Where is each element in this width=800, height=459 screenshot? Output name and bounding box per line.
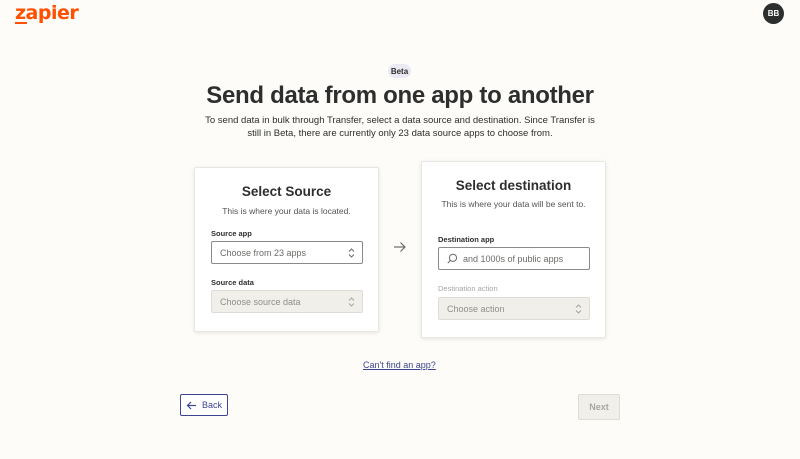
source-data-placeholder: Choose source data [220,296,301,307]
destination-action-label: Destination action [438,284,498,293]
chevron-up-down-icon [348,248,355,258]
back-button[interactable]: Back [180,394,228,416]
arrow-right-icon [394,242,406,252]
logo-underline [15,22,27,24]
next-button[interactable]: Next [578,394,620,420]
source-data-select[interactable]: Choose source data [211,290,363,313]
source-app-select[interactable]: Choose from 23 apps [211,241,363,264]
destination-action-select[interactable]: Choose action [438,297,590,320]
source-description: This is where your data is located. [222,206,351,216]
zapier-logo[interactable]: zapier [15,2,79,24]
search-icon [447,253,458,264]
source-heading: Select Source [241,184,332,199]
user-avatar[interactable]: BB [763,3,784,24]
source-app-placeholder: Choose from 23 apps [220,247,307,258]
page-title: Send data from one app to another [206,82,594,109]
back-button-label: Back [201,400,222,410]
page-subtitle: To send data in bulk through Transfer, s… [205,115,595,139]
destination-app-label: Destination app [438,235,495,244]
source-app-label: Source app [211,229,252,238]
source-card: Select Source This is where your data is… [194,167,379,332]
chevron-up-down-icon [348,297,355,307]
destination-app-placeholder: and 1000s of public apps [463,253,564,264]
destination-card: Select destination This is where your da… [421,161,606,338]
chevron-up-down-icon [575,304,582,314]
destination-action-placeholder: Choose action [447,303,505,314]
beta-badge: Beta [388,64,411,78]
destination-description: This is where your data will be sent to. [441,199,586,209]
destination-app-search[interactable]: and 1000s of public apps [438,247,590,270]
source-data-label: Source data [211,278,254,287]
cant-find-app-link[interactable]: Can't find an app? [363,360,436,370]
destination-heading: Select destination [455,178,572,193]
arrow-left-icon [186,401,196,409]
